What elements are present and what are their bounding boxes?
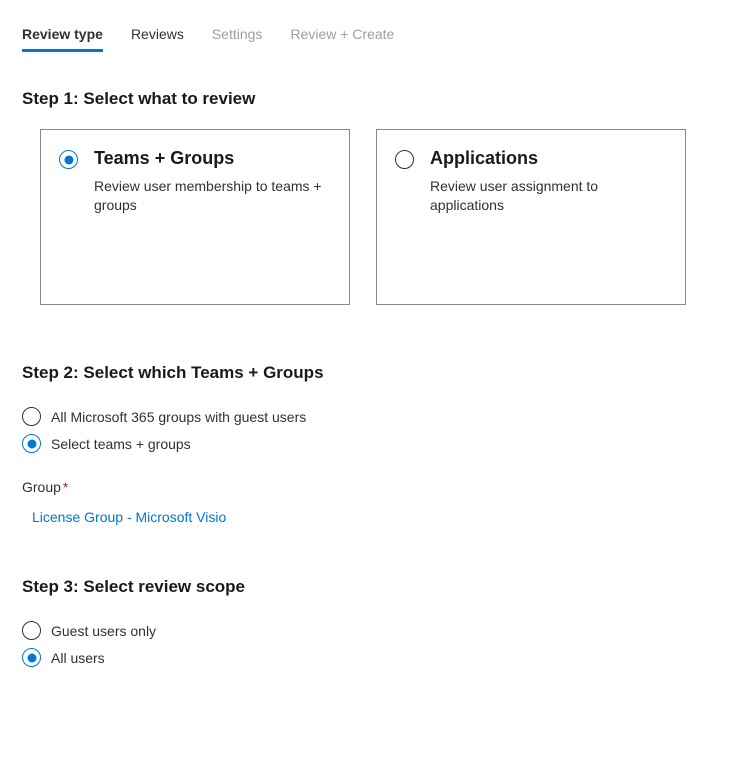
- step-3-section: Step 3: Select review scope Guest users …: [22, 577, 709, 671]
- wizard-tabs: Review type Reviews Settings Review + Cr…: [22, 20, 709, 53]
- radio-icon: [22, 648, 41, 667]
- radio-label: Guest users only: [51, 623, 156, 639]
- review-scope-radios: Guest users only All users: [22, 617, 709, 671]
- card-body: Applications Review user assignment to a…: [430, 148, 667, 276]
- radio-all-m365-groups[interactable]: All Microsoft 365 groups with guest user…: [22, 403, 709, 430]
- review-target-cards: Teams + Groups Review user membership to…: [22, 129, 709, 305]
- card-applications[interactable]: Applications Review user assignment to a…: [376, 129, 686, 305]
- step-1-section: Step 1: Select what to review Teams + Gr…: [22, 89, 709, 305]
- step-2-section: Step 2: Select which Teams + Groups All …: [22, 363, 709, 525]
- radio-label: All Microsoft 365 groups with guest user…: [51, 409, 306, 425]
- tab-settings: Settings: [212, 20, 263, 52]
- step-1-title: Step 1: Select what to review: [22, 89, 709, 109]
- radio-select-teams-groups[interactable]: Select teams + groups: [22, 430, 709, 457]
- required-asterisk: *: [63, 479, 68, 495]
- radio-icon: [59, 150, 78, 169]
- card-title: Teams + Groups: [94, 148, 331, 169]
- tab-reviews[interactable]: Reviews: [131, 20, 184, 52]
- radio-guest-users-only[interactable]: Guest users only: [22, 617, 709, 644]
- radio-label: All users: [51, 650, 105, 666]
- step-2-title: Step 2: Select which Teams + Groups: [22, 363, 709, 383]
- tab-review-create: Review + Create: [290, 20, 394, 52]
- tab-review-type[interactable]: Review type: [22, 20, 103, 52]
- radio-icon: [22, 434, 41, 453]
- radio-all-users[interactable]: All users: [22, 644, 709, 671]
- radio-icon: [22, 407, 41, 426]
- radio-label: Select teams + groups: [51, 436, 191, 452]
- card-body: Teams + Groups Review user membership to…: [94, 148, 331, 276]
- teams-groups-scope-radios: All Microsoft 365 groups with guest user…: [22, 403, 709, 457]
- radio-icon: [22, 621, 41, 640]
- card-title: Applications: [430, 148, 667, 169]
- card-teams-groups[interactable]: Teams + Groups Review user membership to…: [40, 129, 350, 305]
- card-desc: Review user membership to teams + groups: [94, 177, 331, 215]
- step-3-title: Step 3: Select review scope: [22, 577, 709, 597]
- group-field-label: Group*: [22, 479, 709, 495]
- radio-icon: [395, 150, 414, 169]
- selected-group-link[interactable]: License Group - Microsoft Visio: [22, 509, 226, 525]
- card-desc: Review user assignment to applications: [430, 177, 667, 215]
